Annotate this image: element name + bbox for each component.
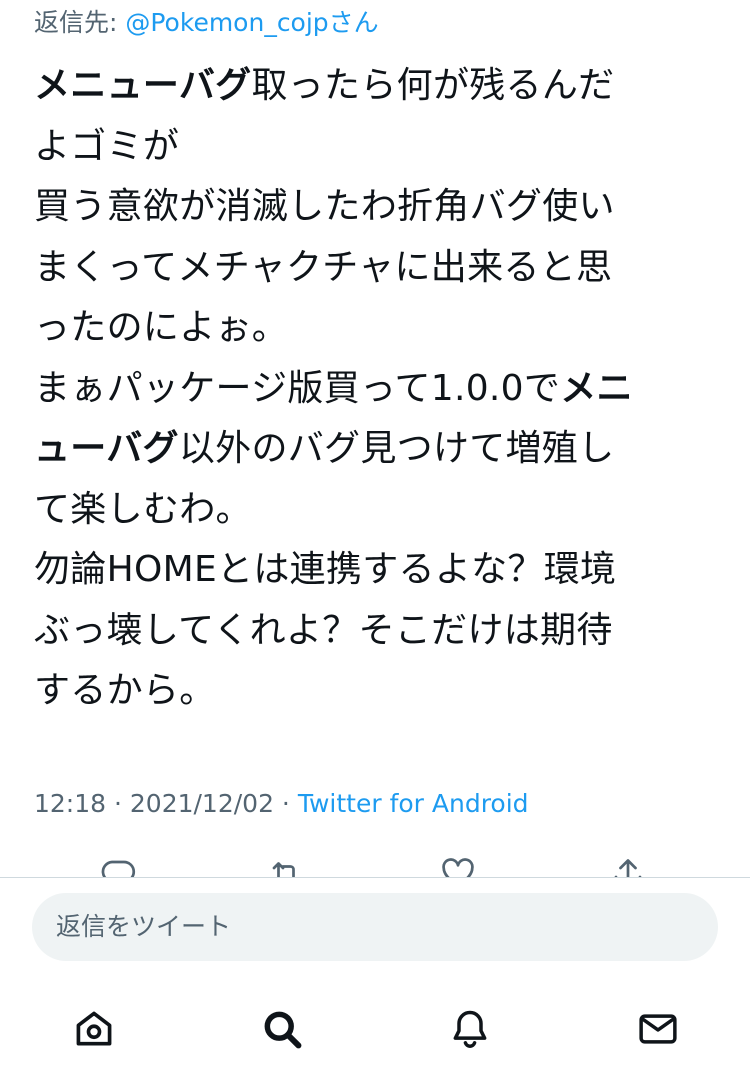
tweet-line-text: ったのによぉ。 [34, 307, 289, 348]
share-icon[interactable] [610, 856, 646, 878]
tweet-line-text: 勿論HOMEとは連携するよな？環境 [34, 549, 617, 590]
reply-to-handle[interactable]: @Pokemon_cojp [125, 8, 328, 37]
tweet-line: 買う意欲が消滅したわ折角バグ使い [34, 177, 724, 238]
tweet-line: ったのによぉ。 [34, 298, 724, 359]
retweet-icon[interactable] [268, 856, 304, 878]
search-icon [264, 1011, 302, 1049]
tweet-line: ューバグ以外のバグ見つけて増殖し [34, 419, 724, 480]
divider [0, 877, 750, 878]
nav-search-button[interactable] [258, 1005, 306, 1053]
tweet-bold-text: ューバグ [34, 428, 179, 469]
tweet-metadata: 12:18 · 2021/12/02 · Twitter for Android [34, 786, 529, 822]
reply-to-prefix: 返信先: [34, 8, 126, 37]
tweet-time[interactable]: 12:18 [34, 789, 106, 818]
bottom-navigation [0, 990, 750, 1075]
tweet-line: て楽しむわ。 [34, 480, 724, 541]
tweet-line: するから。 [34, 661, 724, 722]
tweet-line: まぁパッケージ版買って1.0.0でメニ [34, 359, 724, 420]
nav-notifications-button[interactable] [446, 1005, 494, 1053]
tweet-line-text: するから。 [34, 670, 216, 711]
tweet-line: まくってメチャクチャに出来ると思 [34, 238, 724, 299]
home-icon [76, 1011, 112, 1046]
tweet-line-text: 取ったら何が残るんだ [251, 65, 615, 106]
meta-separator: · [106, 789, 130, 818]
tweet-line: メニューバグ取ったら何が残るんだ [34, 56, 724, 117]
tweet-line-text: よゴミが [34, 125, 180, 167]
tweet-detail-screen: 返信先: @Pokemon_cojpさん メニューバグ取ったら何が残るんだ よゴ… [0, 0, 750, 1075]
messages-icon [639, 1014, 677, 1044]
reply-to-suffix[interactable]: さん [329, 8, 379, 37]
nav-messages-button[interactable] [634, 1005, 682, 1053]
tweet-date[interactable]: 2021/12/02 [130, 789, 274, 818]
reply-to-handle-link[interactable]: @Pokemon_cojpさん [125, 8, 378, 37]
reply-to-line: 返信先: @Pokemon_cojpさん [34, 6, 379, 40]
meta-separator: · [273, 789, 298, 818]
tweet-line-text: まくってメチャクチャに出来ると思 [34, 246, 613, 288]
notifications-icon [453, 1010, 487, 1048]
tweet-text: メニューバグ取ったら何が残るんだ よゴミが 買う意欲が消滅したわ折角バグ使い ま… [34, 56, 724, 722]
like-icon[interactable] [440, 856, 476, 878]
reply-tweet-input[interactable]: 返信をツイート [32, 893, 718, 961]
tweet-line-text: まぁパッケージ版買って1.0.0で [34, 367, 561, 409]
tweet-bold-text: メニ [560, 367, 633, 409]
tweet-line-text: て楽しむわ。 [34, 488, 252, 530]
reply-icon[interactable] [100, 856, 136, 878]
tweet-line: よゴミが [34, 117, 724, 178]
tweet-line-text: 以外のバグ見つけて増殖し [178, 428, 615, 469]
nav-home-button[interactable] [70, 1005, 118, 1053]
tweet-line: ぶっ壊してくれよ？そこだけは期待 [34, 601, 724, 662]
tweet-source-link[interactable]: Twitter for Android [298, 789, 529, 818]
tweet-line-text: ぶっ壊してくれよ？そこだけは期待 [34, 609, 613, 651]
tweet-bold-text: メニューバグ [34, 65, 252, 106]
tweet-line: 勿論HOMEとは連携するよな？環境 [34, 540, 724, 601]
tweet-line-text: 買う意欲が消滅したわ折角バグ使い [34, 186, 615, 227]
tweet-action-bar [0, 856, 750, 878]
